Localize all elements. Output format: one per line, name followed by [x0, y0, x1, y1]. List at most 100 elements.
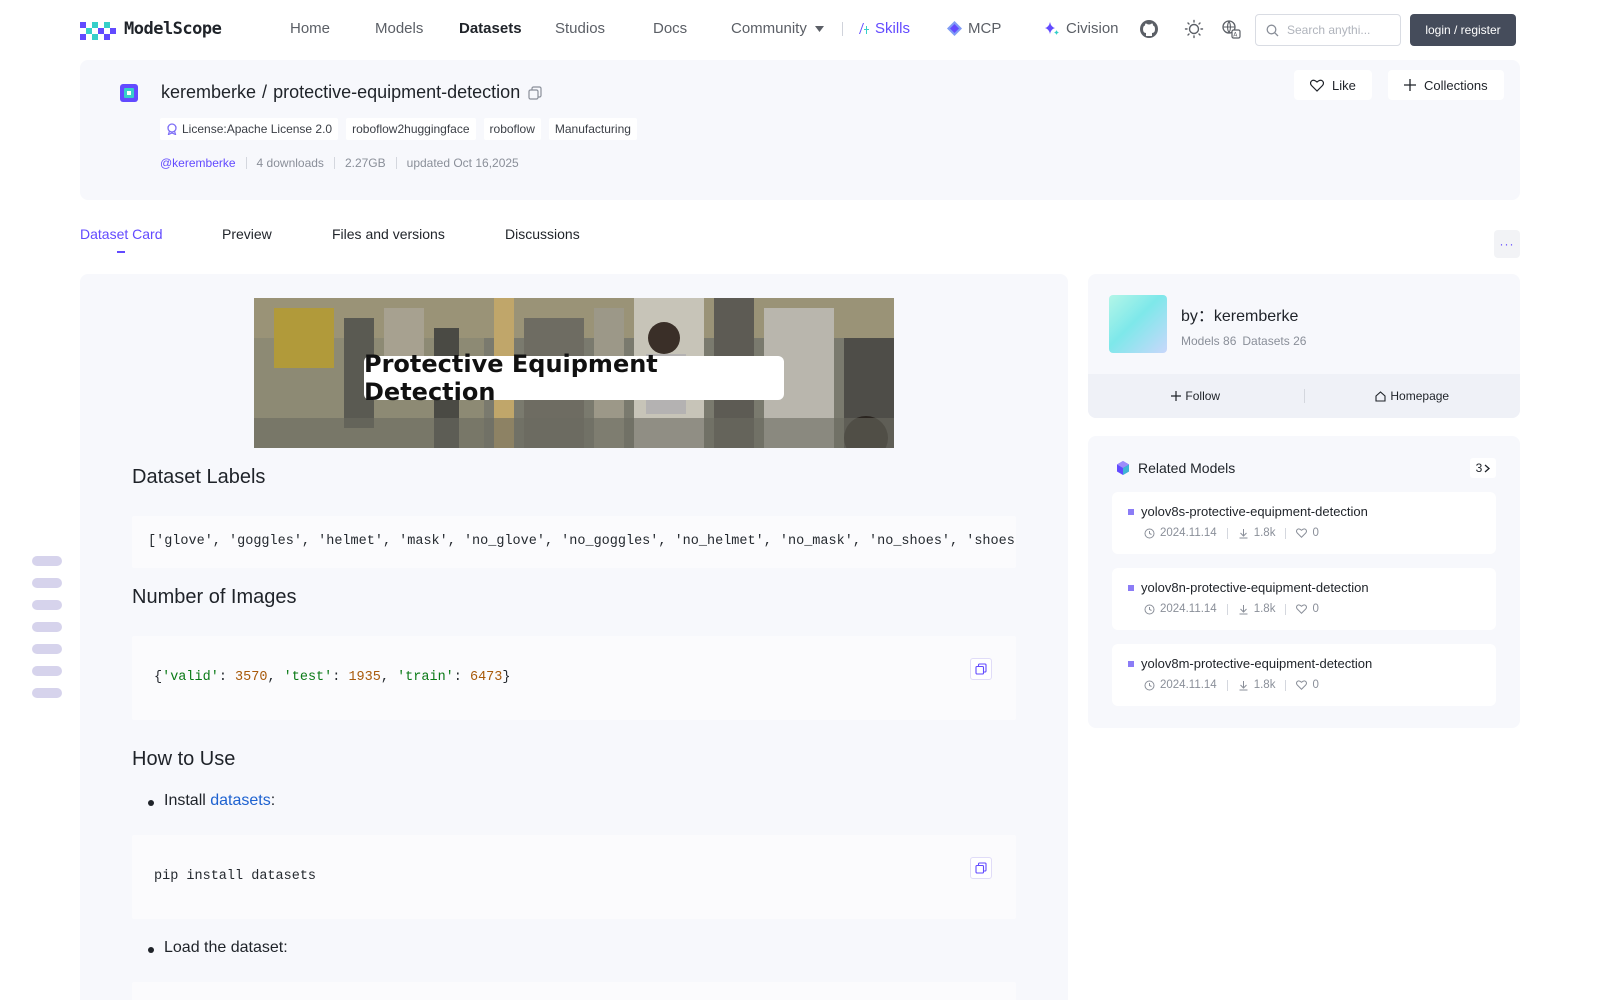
nav-divider: [842, 22, 843, 36]
nav-studios[interactable]: Studios: [555, 20, 605, 37]
heart-icon: [1296, 604, 1308, 614]
search-input[interactable]: [1287, 23, 1397, 37]
nav-docs[interactable]: Docs: [653, 20, 687, 37]
tag-manufacturing[interactable]: Manufacturing: [548, 118, 637, 140]
github-icon[interactable]: [1139, 19, 1159, 39]
author-name[interactable]: by：keremberke: [1181, 302, 1298, 326]
sparkle-icon: [1045, 21, 1059, 35]
author-link[interactable]: @keremberke: [160, 156, 236, 170]
tag-roboflow2huggingface[interactable]: roboflow2huggingface: [346, 118, 476, 140]
clock-icon: [1144, 680, 1155, 690]
related-model-meta: 2024.11.14 1.8k 0: [1144, 603, 1319, 615]
model-date: 2024.11.14: [1144, 679, 1217, 691]
nav-community[interactable]: Community: [731, 20, 824, 37]
install-suffix: :: [270, 792, 276, 809]
author-avatar[interactable]: [1109, 295, 1167, 353]
code-brace: {: [154, 670, 163, 685]
related-model-title: yolov8n-protective-equipment-detection: [1141, 580, 1369, 595]
more-options-button[interactable]: ···: [1494, 230, 1520, 258]
nav-civision[interactable]: Civision: [1044, 20, 1119, 37]
modelscope-logo[interactable]: ModelScope: [80, 18, 222, 40]
outline-item[interactable]: [32, 578, 62, 588]
model-date-text: 2024.11.14: [1160, 527, 1217, 539]
dataset-name: protective-equipment-detection: [273, 82, 521, 102]
outline-item[interactable]: [32, 688, 62, 698]
nav-datasets[interactable]: Datasets: [459, 20, 522, 37]
skills-icon: [859, 23, 869, 34]
home-icon: [1375, 390, 1386, 402]
like-button[interactable]: Like: [1294, 70, 1372, 100]
copy-icon[interactable]: [528, 85, 542, 100]
copy-code-button[interactable]: [970, 857, 992, 879]
clock-icon: [1144, 528, 1155, 538]
meta-divider: [1226, 603, 1228, 615]
related-model-title: yolov8s-protective-equipment-detection: [1141, 504, 1368, 519]
related-model-item[interactable]: yolov8n-protective-equipment-detection 2…: [1112, 568, 1496, 630]
outline-item[interactable]: [32, 622, 62, 632]
nav-models[interactable]: Models: [375, 20, 423, 37]
load-code-block: [132, 982, 1016, 1000]
tag-roboflow[interactable]: roboflow: [483, 118, 541, 140]
download-icon: [1239, 680, 1248, 690]
tab-preview[interactable]: Preview: [222, 226, 272, 242]
images-code-block: {'valid': 3570, 'test': 1935, 'train': 6…: [132, 636, 1016, 720]
labels-code-block: ['glove', 'goggles', 'helmet', 'mask', '…: [132, 516, 1016, 568]
related-model-title: yolov8m-protective-equipment-detection: [1141, 656, 1373, 671]
related-models-header: Related Models: [1116, 460, 1235, 476]
related-model-meta: 2024.11.14 1.8k 0: [1144, 679, 1319, 691]
related-model-name: yolov8m-protective-equipment-detection: [1128, 656, 1372, 671]
download-icon: [1239, 604, 1248, 614]
copy-code-button[interactable]: [970, 658, 992, 680]
license-tag[interactable]: License:Apache License 2.0: [160, 118, 339, 140]
nav-skills[interactable]: Skills: [857, 20, 910, 37]
images-code: {'valid': 3570, 'test': 1935, 'train': 6…: [154, 670, 511, 685]
dataset-owner[interactable]: keremberke: [161, 82, 256, 103]
dataset-title: keremberke / protective-equipment-detect…: [161, 82, 542, 103]
language-icon[interactable]: A: [1221, 19, 1241, 39]
mcp-icon: [947, 21, 962, 36]
model-downloads-text: 1.8k: [1253, 603, 1276, 615]
related-model-item[interactable]: yolov8s-protective-equipment-detection 2…: [1112, 492, 1496, 554]
how-to-use-heading: How to Use: [132, 748, 236, 770]
login-register-button[interactable]: login / register: [1410, 14, 1516, 46]
model-bullet-icon: [1128, 660, 1134, 667]
heart-icon: [1310, 79, 1324, 92]
nav-home[interactable]: Home: [290, 20, 330, 37]
chevron-right-icon: [1484, 464, 1491, 472]
outline-item[interactable]: [32, 600, 62, 610]
meta-divider: [333, 157, 335, 169]
search-box[interactable]: [1255, 14, 1401, 46]
download-count: 4 downloads: [256, 156, 324, 170]
load-step: Load the dataset:: [148, 939, 288, 957]
related-model-item[interactable]: yolov8m-protective-equipment-detection 2…: [1112, 644, 1496, 706]
follow-button[interactable]: Follow: [1088, 389, 1304, 403]
dataset-banner-image: Protective Equipment Detection: [254, 298, 894, 448]
meta-divider: [1226, 527, 1228, 539]
tab-discussions[interactable]: Discussions: [505, 226, 580, 242]
related-models-count-button[interactable]: 3: [1470, 458, 1496, 478]
code-value-train: 6473: [469, 670, 503, 685]
updated-date: updated Oct 16,2025: [406, 156, 519, 170]
meta-divider: [1285, 603, 1287, 615]
nav-mcp[interactable]: MCP: [947, 20, 1001, 37]
code-comma: ,: [267, 670, 284, 685]
homepage-button[interactable]: Homepage: [1305, 389, 1521, 403]
datasets-link[interactable]: datasets: [210, 792, 270, 810]
outline-item[interactable]: [32, 556, 62, 566]
model-downloads-text: 1.8k: [1253, 679, 1276, 691]
search-icon: [1266, 24, 1279, 36]
outline-item[interactable]: [32, 666, 62, 676]
meta-divider: [1285, 679, 1287, 691]
copy-icon: [975, 862, 987, 874]
author-models-count: Models 86: [1181, 334, 1237, 348]
tab-files-and-versions[interactable]: Files and versions: [332, 226, 445, 242]
theme-toggle-icon[interactable]: [1184, 19, 1204, 39]
model-bullet-icon: [1128, 508, 1134, 515]
tab-dataset-card[interactable]: Dataset Card: [80, 226, 162, 242]
model-downloads: 1.8k: [1238, 603, 1276, 615]
collections-button[interactable]: Collections: [1388, 70, 1504, 100]
outline-item[interactable]: [32, 644, 62, 654]
load-label: Load the dataset:: [164, 939, 288, 956]
related-models-card: Related Models 3 yolov8s-protective-equi…: [1088, 436, 1520, 728]
banner-title: Protective Equipment Detection: [364, 350, 784, 406]
